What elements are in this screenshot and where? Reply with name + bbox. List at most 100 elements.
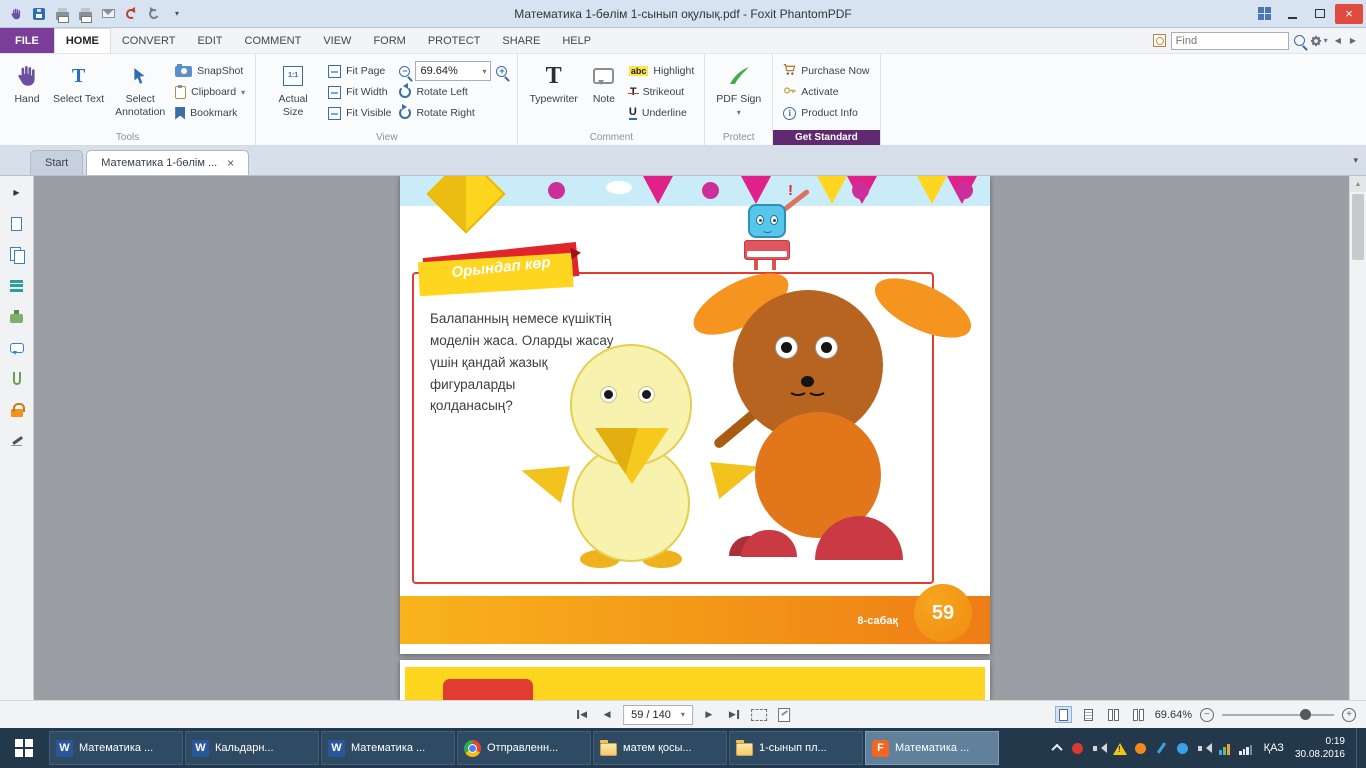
- note-button[interactable]: Note: [583, 57, 625, 129]
- clipboard-dropdown-chevron-icon[interactable]: ▾: [241, 88, 245, 97]
- rotate-right-button[interactable]: Rotate Right: [399, 104, 507, 122]
- stats-tray-icon[interactable]: [1218, 741, 1232, 755]
- highlight-button[interactable]: abc Highlight: [629, 62, 694, 80]
- tab-form[interactable]: FORM: [362, 28, 416, 53]
- find-input[interactable]: [1171, 32, 1289, 50]
- quick-print-icon[interactable]: [75, 4, 95, 24]
- actual-size-button[interactable]: 1:1 Actual Size: [262, 57, 324, 129]
- zoom-out-status-icon[interactable]: −: [1200, 708, 1214, 722]
- fit-page-button[interactable]: Fit Page: [328, 62, 391, 80]
- warning-tray-icon[interactable]: [1113, 742, 1127, 755]
- save-icon[interactable]: [29, 4, 49, 24]
- taskbar-item-folder-1[interactable]: матем қосы...: [593, 731, 727, 765]
- select-annotation-button[interactable]: Select Annotation: [109, 57, 171, 129]
- activate-button[interactable]: Activate: [783, 83, 869, 101]
- print-icon[interactable]: [52, 4, 72, 24]
- zoom-in-status-icon[interactable]: +: [1342, 708, 1356, 722]
- page-number-combo[interactable]: 59 / 140 ▾: [623, 705, 693, 725]
- taskbar-item-word-2[interactable]: W Кальдарн...: [185, 731, 319, 765]
- fit-width-button[interactable]: Fit Width: [328, 83, 391, 101]
- product-info-button[interactable]: i Product Info: [783, 104, 869, 122]
- language-indicator[interactable]: ҚАЗ: [1260, 742, 1288, 754]
- zoom-level-combo[interactable]: 69.64% ▾: [415, 61, 491, 81]
- find-search-icon[interactable]: [1294, 35, 1305, 46]
- taskbar-item-word-3[interactable]: W Математика ...: [321, 731, 455, 765]
- taskbar-item-folder-2[interactable]: 1-сынып пл...: [729, 731, 863, 765]
- audio-tray-icon[interactable]: [1092, 741, 1106, 755]
- underline-button[interactable]: U Underline: [629, 104, 694, 122]
- antivirus-tray-icon[interactable]: [1071, 741, 1085, 755]
- pdf-sign-button[interactable]: PDF Sign ▾: [711, 57, 766, 129]
- taskbar-item-chrome[interactable]: Отправленн...: [457, 731, 591, 765]
- clipboard-button[interactable]: Clipboard ▾: [175, 83, 245, 101]
- maximize-button[interactable]: [1307, 4, 1333, 24]
- clock[interactable]: 0:19 30.08.2016: [1295, 735, 1349, 762]
- close-button[interactable]: ×: [1335, 4, 1363, 24]
- layers-panel-icon[interactable]: [7, 277, 27, 294]
- facing-view-icon[interactable]: [1105, 706, 1122, 723]
- tab-view[interactable]: VIEW: [312, 28, 362, 53]
- clipboard-status-icon[interactable]: [775, 706, 793, 724]
- single-page-view-icon[interactable]: [1055, 706, 1072, 723]
- bookmark-button[interactable]: Bookmark: [175, 104, 245, 122]
- snapshot-button[interactable]: SnapShot: [175, 62, 245, 80]
- scrollbar-thumb[interactable]: [1352, 194, 1364, 260]
- previous-page-button[interactable]: ◀: [598, 706, 616, 724]
- find-next-icon[interactable]: ▶: [1348, 36, 1358, 45]
- taskbar-item-word-1[interactable]: W Математика ...: [49, 731, 183, 765]
- tab-document[interactable]: Математика 1-бөлім ... ×: [86, 150, 249, 175]
- tab-share[interactable]: SHARE: [491, 28, 551, 53]
- page-thumbnails-icon[interactable]: [7, 215, 27, 232]
- zoom-combo-chevron-icon[interactable]: ▾: [482, 67, 486, 76]
- first-page-button[interactable]: ◀: [573, 706, 591, 724]
- tab-protect[interactable]: PROTECT: [417, 28, 492, 53]
- tab-comment[interactable]: COMMENT: [234, 28, 313, 53]
- undo-icon[interactable]: [121, 4, 141, 24]
- typewriter-button[interactable]: T Typewriter: [524, 57, 582, 129]
- hidden-icons-chevron-icon[interactable]: [1050, 741, 1064, 755]
- signature-panel-icon[interactable]: [7, 432, 27, 449]
- zoom-slider[interactable]: [1222, 708, 1334, 722]
- tab-start[interactable]: Start: [30, 150, 83, 175]
- select-text-button[interactable]: T Select Text: [48, 57, 109, 129]
- book-view-icon[interactable]: [1130, 706, 1147, 723]
- vertical-scrollbar[interactable]: ▲: [1349, 176, 1366, 700]
- tab-list-chevron-icon[interactable]: ▾: [1353, 155, 1358, 166]
- snapshot-status-icon[interactable]: [750, 706, 768, 724]
- purchase-now-button[interactable]: Purchase Now: [783, 62, 869, 80]
- email-icon[interactable]: [98, 4, 118, 24]
- strikeout-button[interactable]: T Strikeout: [629, 83, 694, 101]
- comments-panel-icon[interactable]: [7, 339, 27, 356]
- pen-tray-icon[interactable]: [1155, 741, 1169, 755]
- fit-visible-button[interactable]: Fit Visible: [328, 104, 391, 122]
- tab-convert[interactable]: CONVERT: [111, 28, 187, 53]
- security-panel-icon[interactable]: [7, 401, 27, 418]
- close-tab-icon[interactable]: ×: [227, 157, 234, 169]
- show-desktop-button[interactable]: [1356, 728, 1362, 768]
- taskbar-item-foxit[interactable]: F Математика ...: [865, 731, 999, 765]
- scroll-up-icon[interactable]: ▲: [1350, 176, 1366, 192]
- network-tray-icon[interactable]: [1239, 741, 1253, 755]
- update-tray-icon[interactable]: [1134, 741, 1148, 755]
- ui-layout-grid-icon[interactable]: [1251, 4, 1277, 24]
- attachments-panel-icon[interactable]: [7, 370, 27, 387]
- find-previous-icon[interactable]: ◀: [1333, 36, 1343, 45]
- stamps-panel-icon[interactable]: [7, 308, 27, 325]
- customize-toolbar-chevron-icon[interactable]: ▾: [167, 4, 187, 24]
- hand-tool-icon[interactable]: [6, 4, 26, 24]
- page-combo-chevron-icon[interactable]: ▾: [681, 710, 685, 719]
- next-page-button[interactable]: ▶: [700, 706, 718, 724]
- tab-file[interactable]: FILE: [0, 28, 54, 53]
- zoom-in-icon[interactable]: +: [496, 66, 507, 77]
- tab-edit[interactable]: EDIT: [186, 28, 233, 53]
- start-button[interactable]: [0, 728, 48, 768]
- redo-icon[interactable]: [144, 4, 164, 24]
- zoom-slider-thumb[interactable]: [1300, 709, 1311, 720]
- zoom-out-icon[interactable]: −: [399, 66, 410, 77]
- messenger-tray-icon[interactable]: [1176, 741, 1190, 755]
- pdf-sign-dropdown-chevron-icon[interactable]: ▾: [737, 108, 741, 118]
- rotate-left-button[interactable]: Rotate Left: [399, 83, 507, 101]
- tab-home[interactable]: HOME: [54, 28, 111, 53]
- volume-tray-icon[interactable]: [1197, 741, 1211, 755]
- hand-button[interactable]: Hand: [6, 57, 48, 129]
